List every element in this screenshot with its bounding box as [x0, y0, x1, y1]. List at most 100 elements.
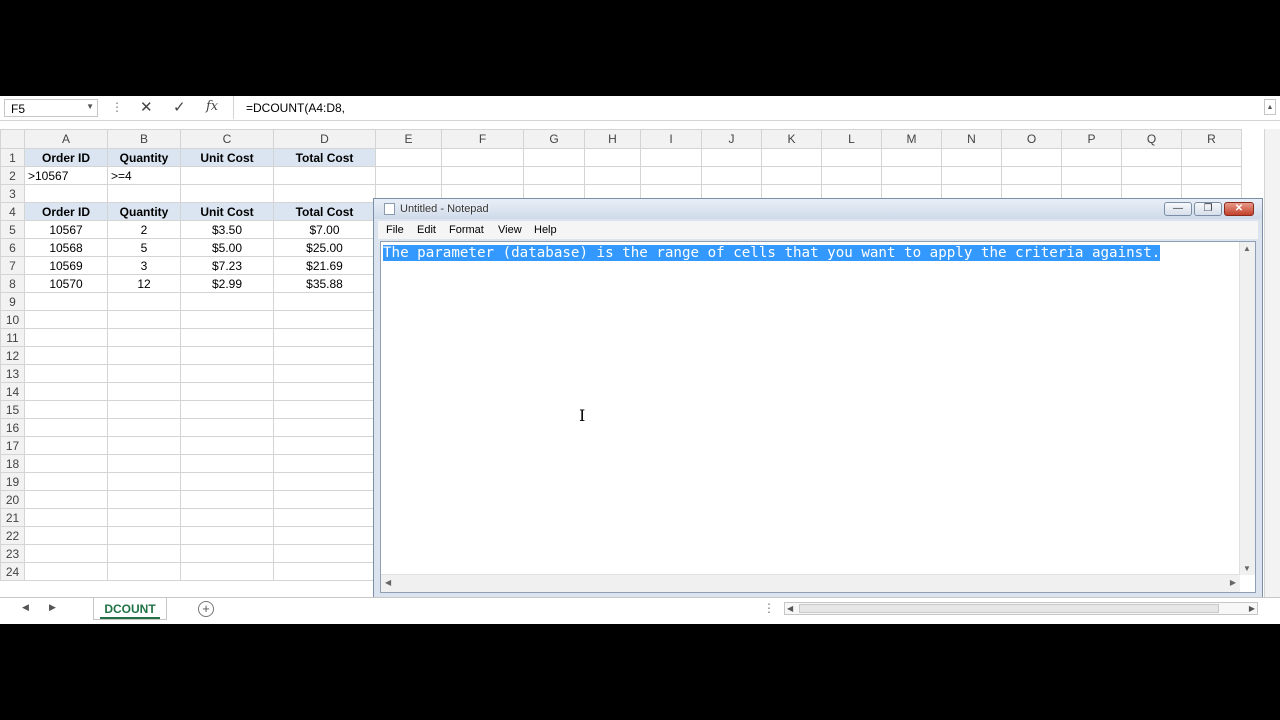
row-header[interactable]: 1 [0, 148, 25, 167]
scroll-left-icon[interactable]: ◀ [787, 604, 793, 613]
sheet-tab-dcount[interactable]: DCOUNT [93, 598, 167, 620]
select-all-corner[interactable] [0, 129, 25, 149]
chevron-down-icon[interactable]: ▼ [86, 102, 94, 111]
close-button[interactable]: ✕ [1224, 202, 1254, 216]
notepad-vertical-scrollbar[interactable]: ▲ ▼ [1239, 242, 1255, 575]
cell-a3[interactable] [24, 184, 108, 203]
cell-b6[interactable]: 5 [107, 238, 181, 257]
cell-a11[interactable] [24, 328, 108, 347]
column-header-f[interactable]: F [441, 129, 524, 149]
insert-function-icon[interactable]: fx [206, 99, 218, 114]
cell-a13[interactable] [24, 364, 108, 383]
cell-a14[interactable] [24, 382, 108, 401]
cell-c24[interactable] [180, 562, 274, 581]
scrollbar-thumb[interactable] [799, 604, 1219, 613]
cell-p2[interactable] [1061, 166, 1122, 185]
cell-b10[interactable] [107, 310, 181, 329]
cell-d19[interactable] [273, 472, 376, 491]
cell-c18[interactable] [180, 454, 274, 473]
cell-b5[interactable]: 2 [107, 220, 181, 239]
cell-a5[interactable]: 10567 [24, 220, 108, 239]
row-header[interactable]: 10 [0, 310, 25, 329]
scroll-down-icon[interactable]: ▼ [1243, 564, 1251, 573]
scroll-up-icon[interactable]: ▲ [1243, 244, 1251, 253]
row-header[interactable]: 13 [0, 364, 25, 383]
cell-a9[interactable] [24, 292, 108, 311]
cell-a21[interactable] [24, 508, 108, 527]
cell-c15[interactable] [180, 400, 274, 419]
notepad-titlebar[interactable]: Untitled - Notepad — ❐ ✕ [374, 199, 1262, 219]
menu-view[interactable]: View [498, 224, 522, 236]
cell-n2[interactable] [941, 166, 1002, 185]
cell-d14[interactable] [273, 382, 376, 401]
notepad-text-area[interactable]: The parameter (database) is the range of… [380, 241, 1256, 593]
notepad-horizontal-scrollbar[interactable]: ◀ ▶ [381, 574, 1240, 592]
cell-b22[interactable] [107, 526, 181, 545]
cell-b15[interactable] [107, 400, 181, 419]
cell-b16[interactable] [107, 418, 181, 437]
row-header[interactable]: 2 [0, 166, 25, 185]
row-header[interactable]: 11 [0, 328, 25, 347]
cell-h2[interactable] [584, 166, 641, 185]
cell-a20[interactable] [24, 490, 108, 509]
cell-d21[interactable] [273, 508, 376, 527]
cell-r2[interactable] [1181, 166, 1242, 185]
cell-b24[interactable] [107, 562, 181, 581]
cell-j1[interactable] [701, 148, 762, 167]
cell-b20[interactable] [107, 490, 181, 509]
cell-o1[interactable] [1001, 148, 1062, 167]
cell-d17[interactable] [273, 436, 376, 455]
cell-d1[interactable]: Total Cost [273, 148, 376, 167]
cancel-icon[interactable]: ✕ [140, 98, 153, 116]
cell-q1[interactable] [1121, 148, 1182, 167]
cell-c19[interactable] [180, 472, 274, 491]
cell-b12[interactable] [107, 346, 181, 365]
cell-h1[interactable] [584, 148, 641, 167]
cell-a24[interactable] [24, 562, 108, 581]
cell-d18[interactable] [273, 454, 376, 473]
column-header-k[interactable]: K [761, 129, 822, 149]
cell-c16[interactable] [180, 418, 274, 437]
cell-b8[interactable]: 12 [107, 274, 181, 293]
menu-format[interactable]: Format [449, 224, 484, 236]
cell-b23[interactable] [107, 544, 181, 563]
cell-e1[interactable] [375, 148, 442, 167]
cell-c9[interactable] [180, 292, 274, 311]
cell-f1[interactable] [441, 148, 524, 167]
cell-m1[interactable] [881, 148, 942, 167]
cell-c20[interactable] [180, 490, 274, 509]
column-header-n[interactable]: N [941, 129, 1002, 149]
cell-a17[interactable] [24, 436, 108, 455]
scroll-right-icon[interactable]: ▶ [1230, 578, 1236, 587]
row-header[interactable]: 7 [0, 256, 25, 275]
row-header[interactable]: 20 [0, 490, 25, 509]
column-header-l[interactable]: L [821, 129, 882, 149]
cell-c7[interactable]: $7.23 [180, 256, 274, 275]
formula-bar-expand-button[interactable]: ▲ [1264, 99, 1276, 115]
maximize-button[interactable]: ❐ [1194, 202, 1222, 216]
cell-d2[interactable] [273, 166, 376, 185]
scroll-right-icon[interactable]: ▶ [1249, 604, 1255, 613]
cell-j2[interactable] [701, 166, 762, 185]
row-header[interactable]: 24 [0, 562, 25, 581]
column-header-c[interactable]: C [180, 129, 274, 149]
cell-a16[interactable] [24, 418, 108, 437]
menu-edit[interactable]: Edit [417, 224, 436, 236]
cell-o2[interactable] [1001, 166, 1062, 185]
cell-d20[interactable] [273, 490, 376, 509]
cell-b2[interactable]: >=4 [107, 166, 181, 185]
cell-i1[interactable] [640, 148, 702, 167]
cell-e2[interactable] [375, 166, 442, 185]
row-header[interactable]: 23 [0, 544, 25, 563]
cell-k2[interactable] [761, 166, 822, 185]
scroll-left-icon[interactable]: ◀ [385, 578, 391, 587]
row-header[interactable]: 15 [0, 400, 25, 419]
cell-c3[interactable] [180, 184, 274, 203]
formula-input[interactable]: =DCOUNT(A4:D8, [233, 96, 1264, 119]
cell-f2[interactable] [441, 166, 524, 185]
cell-a19[interactable] [24, 472, 108, 491]
cell-d7[interactable]: $21.69 [273, 256, 376, 275]
cell-a6[interactable]: 10568 [24, 238, 108, 257]
add-sheet-icon[interactable]: + [198, 601, 214, 617]
cell-d15[interactable] [273, 400, 376, 419]
